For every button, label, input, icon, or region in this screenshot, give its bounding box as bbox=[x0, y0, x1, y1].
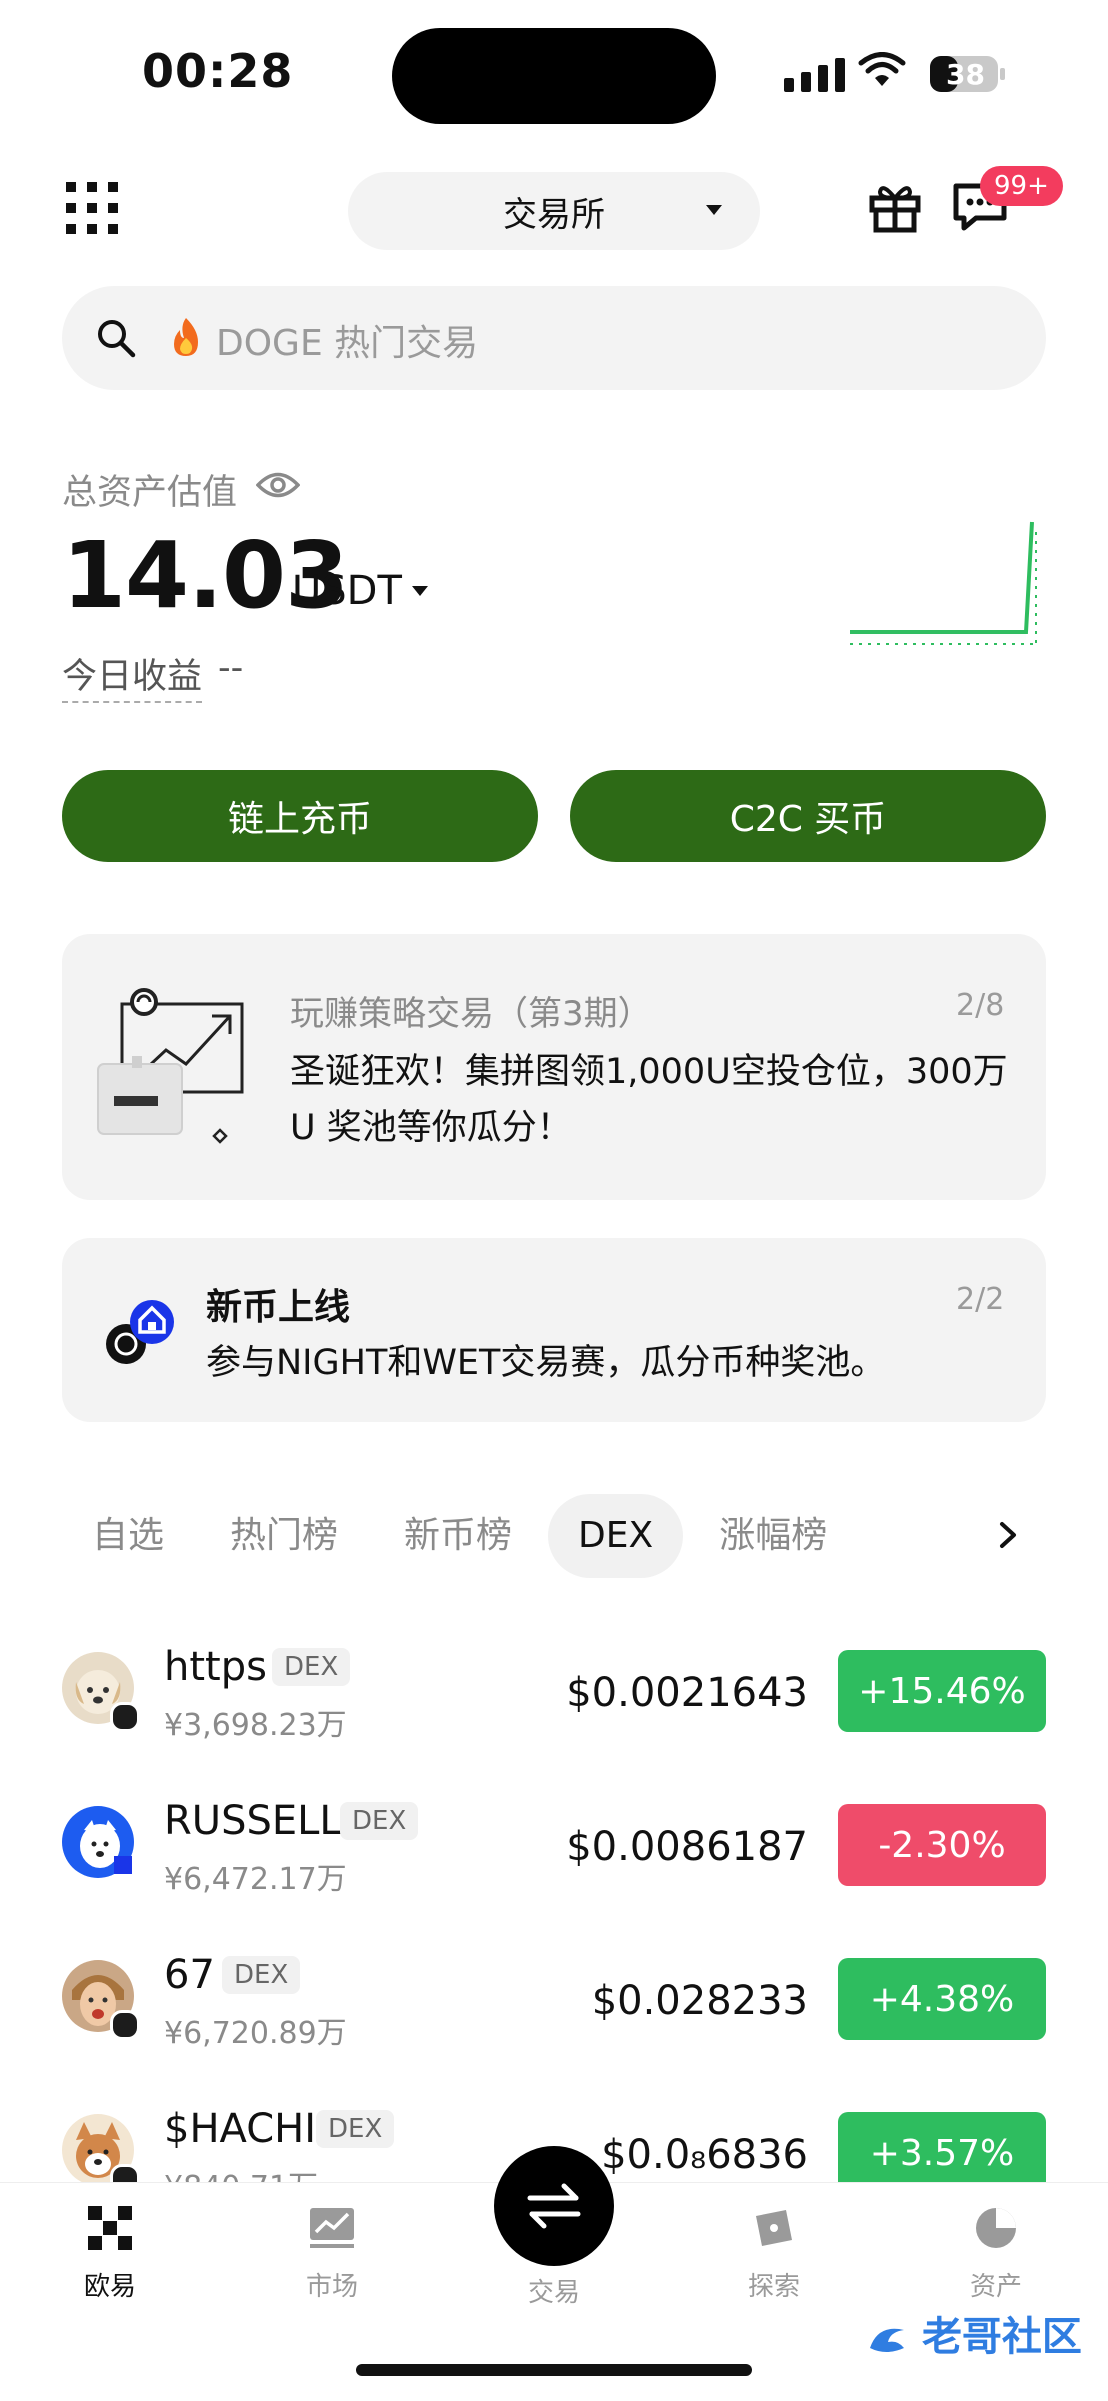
token-volume: ¥3,698.23万 bbox=[164, 1708, 347, 1743]
nav-okx[interactable]: 欧易 bbox=[40, 2206, 180, 2303]
nav-assets[interactable]: 资产 bbox=[926, 2206, 1066, 2303]
fire-icon bbox=[174, 318, 198, 356]
nav-market[interactable]: 市场 bbox=[262, 2206, 402, 2303]
dex-tag: DEX bbox=[340, 1802, 419, 1840]
solana-chain-icon bbox=[110, 1702, 140, 1732]
token-name: 67 bbox=[164, 1952, 215, 1998]
search-placeholder: DOGE 热门交易 bbox=[216, 323, 479, 364]
today-profit-value: -- bbox=[218, 648, 244, 688]
strategy-chart-illustration bbox=[97, 988, 244, 1144]
assets-unit-selector[interactable]: USDT bbox=[292, 568, 402, 614]
promo-card-new-listing[interactable] bbox=[62, 1238, 1046, 1422]
token-volume: ¥6,720.89万 bbox=[164, 2016, 347, 2051]
chain-icon bbox=[114, 1856, 132, 1874]
swap-arrows-icon bbox=[527, 2183, 581, 2229]
chevron-right-icon[interactable] bbox=[996, 1520, 1020, 1550]
tab-hot[interactable]: 热门榜 bbox=[200, 1494, 368, 1578]
nav-label: 交易 bbox=[527, 2278, 580, 2308]
tab-gainers[interactable]: 涨幅榜 bbox=[689, 1494, 857, 1578]
search-input[interactable] bbox=[62, 286, 1046, 390]
caret-down-icon bbox=[706, 205, 722, 215]
nav-explore[interactable]: 探索 bbox=[704, 2206, 844, 2303]
assets-sparkline bbox=[850, 521, 1037, 645]
promo-body: 圣诞狂欢！集拼图领1,000U空投仓位，300万U 奖池等你瓜分！ bbox=[290, 1052, 1008, 1148]
dex-tag: DEX bbox=[316, 2110, 395, 2148]
trade-button[interactable] bbox=[494, 2146, 614, 2266]
compass-icon bbox=[756, 2210, 792, 2246]
nav-label: 欧易 bbox=[83, 2272, 136, 2302]
wifi-icon bbox=[858, 52, 906, 86]
exchange-label: 交易所 bbox=[503, 194, 605, 235]
nav-label: 市场 bbox=[305, 2272, 358, 2302]
signal-icon bbox=[784, 58, 845, 92]
dex-tag: DEX bbox=[222, 1956, 301, 1994]
assets-label: 总资产估值 bbox=[62, 473, 238, 513]
battery-level: 38 bbox=[946, 58, 985, 91]
token-name: https bbox=[164, 1644, 267, 1690]
promo-pager: 2/8 bbox=[956, 988, 1005, 1023]
nav-trade-label-wrap: 交易 bbox=[484, 2272, 624, 2309]
token-price: $0.0086187 bbox=[566, 1824, 808, 1870]
gift-icon[interactable] bbox=[868, 180, 922, 234]
token-price: $0.0021643 bbox=[566, 1670, 808, 1716]
eye-icon[interactable] bbox=[256, 470, 300, 500]
dragon-icon bbox=[870, 2328, 904, 2352]
battery-icon: 38 bbox=[928, 52, 1008, 96]
promo-title: 玩赚策略交易（第3期） bbox=[290, 994, 652, 1034]
search-icon bbox=[98, 320, 136, 358]
change-badge[interactable]: +4.38% bbox=[838, 1958, 1046, 2040]
pie-chart-icon bbox=[976, 2208, 1016, 2248]
watermark-text: 老哥社区 bbox=[921, 2314, 1082, 2360]
token-volume: ¥6,472.17万 bbox=[164, 1862, 347, 1897]
promo-pager: 2/2 bbox=[956, 1282, 1005, 1317]
new-coin-icon bbox=[106, 1300, 174, 1364]
change-badge[interactable]: +15.46% bbox=[838, 1650, 1046, 1732]
watermark-logo: 老哥社区 bbox=[868, 2304, 1082, 2362]
dynamic-island bbox=[392, 28, 716, 124]
solana-chain-icon bbox=[110, 2010, 140, 2040]
nav-label: 资产 bbox=[969, 2272, 1022, 2302]
change-badge[interactable]: -2.30% bbox=[838, 1804, 1046, 1886]
promo-body: 参与NIGHT和WET交易赛，瓜分币种奖池。 bbox=[206, 1343, 886, 1383]
exchange-switcher[interactable]: 交易所 bbox=[348, 172, 760, 250]
token-price: $0.0₈6836 bbox=[601, 2132, 808, 2178]
home-indicator bbox=[356, 2364, 752, 2376]
status-time: 00:28 bbox=[142, 44, 294, 98]
grid-menu-icon[interactable] bbox=[66, 182, 118, 234]
unit-caret-icon bbox=[412, 586, 428, 596]
message-badge: 99+ bbox=[980, 166, 1063, 206]
c2c-buy-button[interactable]: C2C 买币 bbox=[570, 770, 1046, 862]
today-profit-label[interactable]: 今日收益 bbox=[62, 648, 203, 703]
tab-favorites[interactable]: 自选 bbox=[62, 1494, 194, 1578]
token-name: RUSSELL bbox=[164, 1798, 342, 1844]
token-price: $0.028233 bbox=[591, 1978, 808, 2024]
tab-new-coins[interactable]: 新币榜 bbox=[374, 1494, 542, 1578]
token-name: $HACHI bbox=[164, 2106, 316, 2152]
nav-label: 探索 bbox=[747, 2272, 800, 2302]
onchain-deposit-button[interactable]: 链上充币 bbox=[62, 770, 538, 862]
okx-logo-icon bbox=[88, 2206, 132, 2250]
market-tabs: 自选 热门榜 新币榜 DEX 涨幅榜 bbox=[62, 1494, 863, 1578]
dex-tag: DEX bbox=[272, 1648, 351, 1686]
tab-dex[interactable]: DEX bbox=[548, 1494, 684, 1578]
market-chart-icon bbox=[310, 2208, 354, 2248]
promo-title: 新币上线 bbox=[206, 1287, 351, 1328]
